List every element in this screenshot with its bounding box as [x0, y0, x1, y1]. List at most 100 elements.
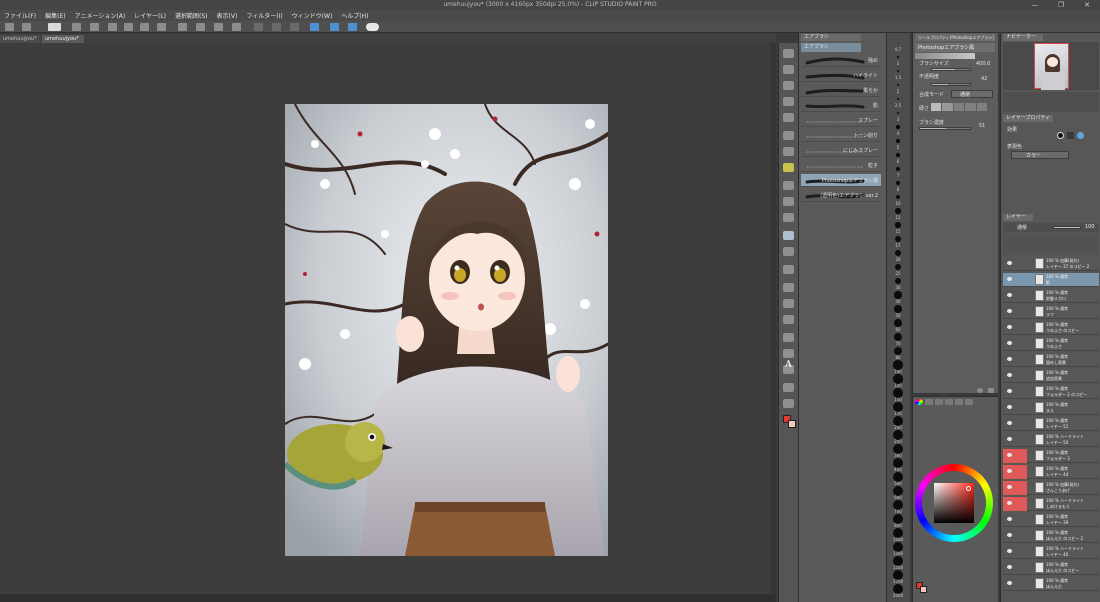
zoom-tool-icon[interactable]: [783, 49, 794, 58]
eye-icon[interactable]: [1007, 549, 1012, 553]
pin-icon[interactable]: [988, 388, 994, 393]
color-picker-cursor[interactable]: [966, 486, 971, 491]
layer-row[interactable]: 100 % 加算(発光) さんこうあげ: [1003, 481, 1099, 495]
brush-size-preset-dot[interactable]: [893, 374, 903, 384]
menu-window[interactable]: ウィンドウ(W): [292, 11, 333, 20]
color-mode-select[interactable]: カラー: [1011, 151, 1069, 159]
subtool-item[interactable]: 強め: [801, 54, 881, 67]
gradient-tool-icon[interactable]: [783, 315, 794, 324]
brush-size-preset-dot[interactable]: [897, 56, 899, 58]
brush-size-preset-dot[interactable]: [893, 486, 903, 496]
layer-row[interactable]: 100 % 通常 ラフ: [1003, 305, 1099, 319]
clip-studio-icon[interactable]: [22, 23, 31, 31]
layer-toolbar[interactable]: [1003, 233, 1099, 255]
subtool-item[interactable]: 影: [801, 99, 881, 112]
move-layer-tool-icon[interactable]: [783, 97, 794, 106]
layer-row[interactable]: 100 % 通常影: [1003, 273, 1099, 287]
brush-size-preset-dot[interactable]: [893, 444, 903, 454]
pencil-tool-icon[interactable]: [783, 181, 794, 190]
eyedropper-tool-icon[interactable]: [783, 147, 794, 156]
move-tool-icon[interactable]: [783, 65, 794, 74]
brush-size-preset-dot[interactable]: [893, 500, 903, 510]
brush-size-preset-dot[interactable]: [893, 388, 903, 398]
brush-size-preset-dot[interactable]: [894, 277, 902, 285]
brush-size-preset-dot[interactable]: [896, 83, 900, 87]
invert-icon[interactable]: [290, 23, 299, 31]
menu-file[interactable]: ファイル(F): [4, 11, 36, 20]
brush-size-preset-dot[interactable]: [893, 402, 903, 412]
approx-color-tab-icon[interactable]: [955, 399, 963, 405]
airbrush-tool-icon[interactable]: [783, 231, 794, 240]
eye-icon[interactable]: [1007, 293, 1012, 297]
layer-row[interactable]: 100 % 通常 前髪メガロ: [1003, 289, 1099, 303]
blend-tool-icon[interactable]: [783, 283, 794, 292]
tab-document-1[interactable]: umehuujyou*: [0, 35, 40, 43]
minimize-button[interactable]: —: [1022, 0, 1048, 10]
brush-size-slider[interactable]: [931, 68, 971, 71]
lasso-tool-icon[interactable]: [783, 131, 794, 140]
opacity-slider[interactable]: [931, 83, 971, 86]
operation-tool-icon[interactable]: [783, 81, 794, 90]
eye-icon[interactable]: [1007, 469, 1012, 473]
eye-icon[interactable]: [1007, 421, 1012, 425]
layer-row[interactable]: 100 % 通常 レイヤー 44: [1003, 465, 1099, 479]
effect-tone-icon[interactable]: [1067, 132, 1074, 139]
subtool-item[interactable]: 粒子: [801, 159, 881, 172]
brush-size-preset-dot[interactable]: [896, 97, 900, 101]
settings-icon[interactable]: [178, 23, 187, 31]
eye-icon[interactable]: [1007, 581, 1012, 585]
layer-row[interactable]: 100 % 通常 うめふさ: [1003, 337, 1099, 351]
brush-size-preset-dot[interactable]: [897, 70, 899, 72]
intermediate-color-tab-icon[interactable]: [945, 399, 953, 405]
snap-icon[interactable]: [196, 23, 205, 31]
transform-icon[interactable]: [232, 23, 241, 31]
brush-size-preset-dot[interactable]: [893, 556, 903, 566]
crop-icon[interactable]: [272, 23, 281, 31]
brush-size-preset-dot[interactable]: [895, 222, 901, 228]
maximize-button[interactable]: ❐: [1048, 0, 1074, 10]
brush-size-preset-dot[interactable]: [895, 166, 901, 172]
layer-row[interactable]: 100 % 通常 フォルダー 2 のコピー: [1003, 385, 1099, 399]
layer-row[interactable]: 100 % 通常 レイヤー 51: [1003, 417, 1099, 431]
opacity-value[interactable]: 42: [981, 76, 987, 82]
subtool-item[interactable]: (透明色)エアブラシ ver.2: [801, 189, 881, 202]
brush-size-preset-dot[interactable]: [893, 584, 903, 594]
eye-icon[interactable]: [1007, 565, 1012, 569]
brush-size-preset-dot[interactable]: [895, 208, 901, 214]
eye-icon[interactable]: [1007, 341, 1012, 345]
close-button[interactable]: ✕: [1074, 0, 1100, 10]
figure-tool-icon[interactable]: [783, 333, 794, 342]
eye-icon[interactable]: [1007, 373, 1012, 377]
effect-border-icon[interactable]: [1057, 132, 1064, 139]
layer-row[interactable]: 100 % 通常 ほんえだ: [1003, 577, 1099, 591]
density-value[interactable]: 51: [979, 123, 985, 129]
blend-mode-select[interactable]: 通常: [951, 90, 993, 98]
effect-layer-color-icon[interactable]: [1077, 132, 1084, 139]
color-set-tab-icon[interactable]: [935, 399, 943, 405]
undo-icon[interactable]: [140, 23, 149, 31]
app-grid-icon[interactable]: [5, 23, 14, 31]
brush-size-preset-dot[interactable]: [893, 332, 903, 342]
brush-size-preset-dot[interactable]: [896, 139, 900, 143]
canvas-scrollbar[interactable]: [770, 43, 776, 594]
navigator-controls[interactable]: [1003, 92, 1099, 112]
eye-icon[interactable]: [1007, 261, 1012, 265]
eraser-tool-icon[interactable]: [783, 265, 794, 274]
hue-ring[interactable]: [915, 464, 993, 542]
selection-tool-icon[interactable]: [783, 113, 794, 122]
layer-row[interactable]: 100 % 加算(発光) レイヤー 37 のコピー 2: [1003, 257, 1099, 271]
visibility-icon[interactable]: [48, 23, 61, 31]
brush-size-preset-dot[interactable]: [895, 180, 901, 186]
menu-help[interactable]: ヘルプ(H): [341, 11, 368, 20]
brush-size-preset-dot[interactable]: [896, 125, 900, 129]
layer-property-tab[interactable]: レイヤープロパティ: [1003, 115, 1053, 122]
layers-tab[interactable]: レイヤー: [1003, 214, 1033, 221]
menu-layer[interactable]: レイヤー(L): [134, 11, 166, 20]
brush-alt-tool-icon[interactable]: [783, 213, 794, 222]
open-file-icon[interactable]: [90, 23, 99, 31]
subtool-tab[interactable]: エアブラシ: [801, 34, 861, 41]
brush-tool-icon[interactable]: [783, 197, 794, 206]
eye-icon[interactable]: [1007, 277, 1012, 281]
navigator-tab[interactable]: ナビゲーター: [1003, 34, 1043, 41]
density-slider[interactable]: [919, 127, 971, 130]
